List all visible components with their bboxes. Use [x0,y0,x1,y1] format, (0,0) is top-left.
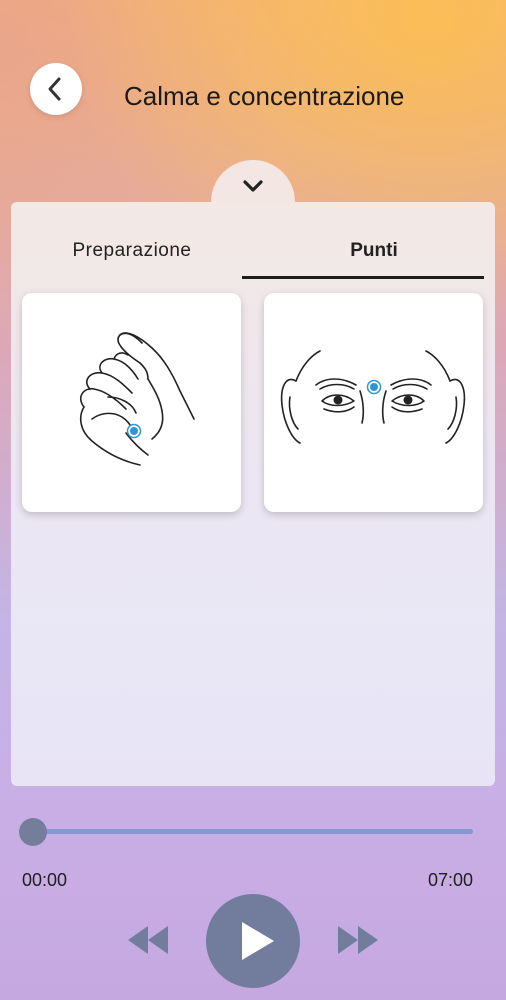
play-button[interactable] [206,894,300,988]
elapsed-time: 00:00 [22,870,68,890]
total-time: 07:00 [428,870,474,890]
face-point-card[interactable] [264,293,483,512]
back-button[interactable] [30,63,82,115]
progress-thumb[interactable] [19,818,47,846]
tab-punti[interactable]: Punti [253,240,495,262]
hand-illustration [79,332,195,466]
page-title: Calma e concentrazione [124,81,405,111]
active-tab-indicator [242,276,484,279]
rewind-icon [128,926,168,954]
chevron-left-icon [48,77,61,101]
tab-preparazione[interactable]: Preparazione [11,240,253,262]
fast-forward-icon [338,926,378,954]
chevron-down-icon [243,180,263,192]
hand-point-card[interactable] [22,293,241,512]
rewind-button[interactable] [126,924,170,956]
content-panel: Preparazione Punti [11,202,495,786]
face-illustration [280,350,466,444]
fast-forward-button[interactable] [336,924,380,956]
progress-track[interactable] [22,829,473,834]
play-icon [242,922,274,960]
